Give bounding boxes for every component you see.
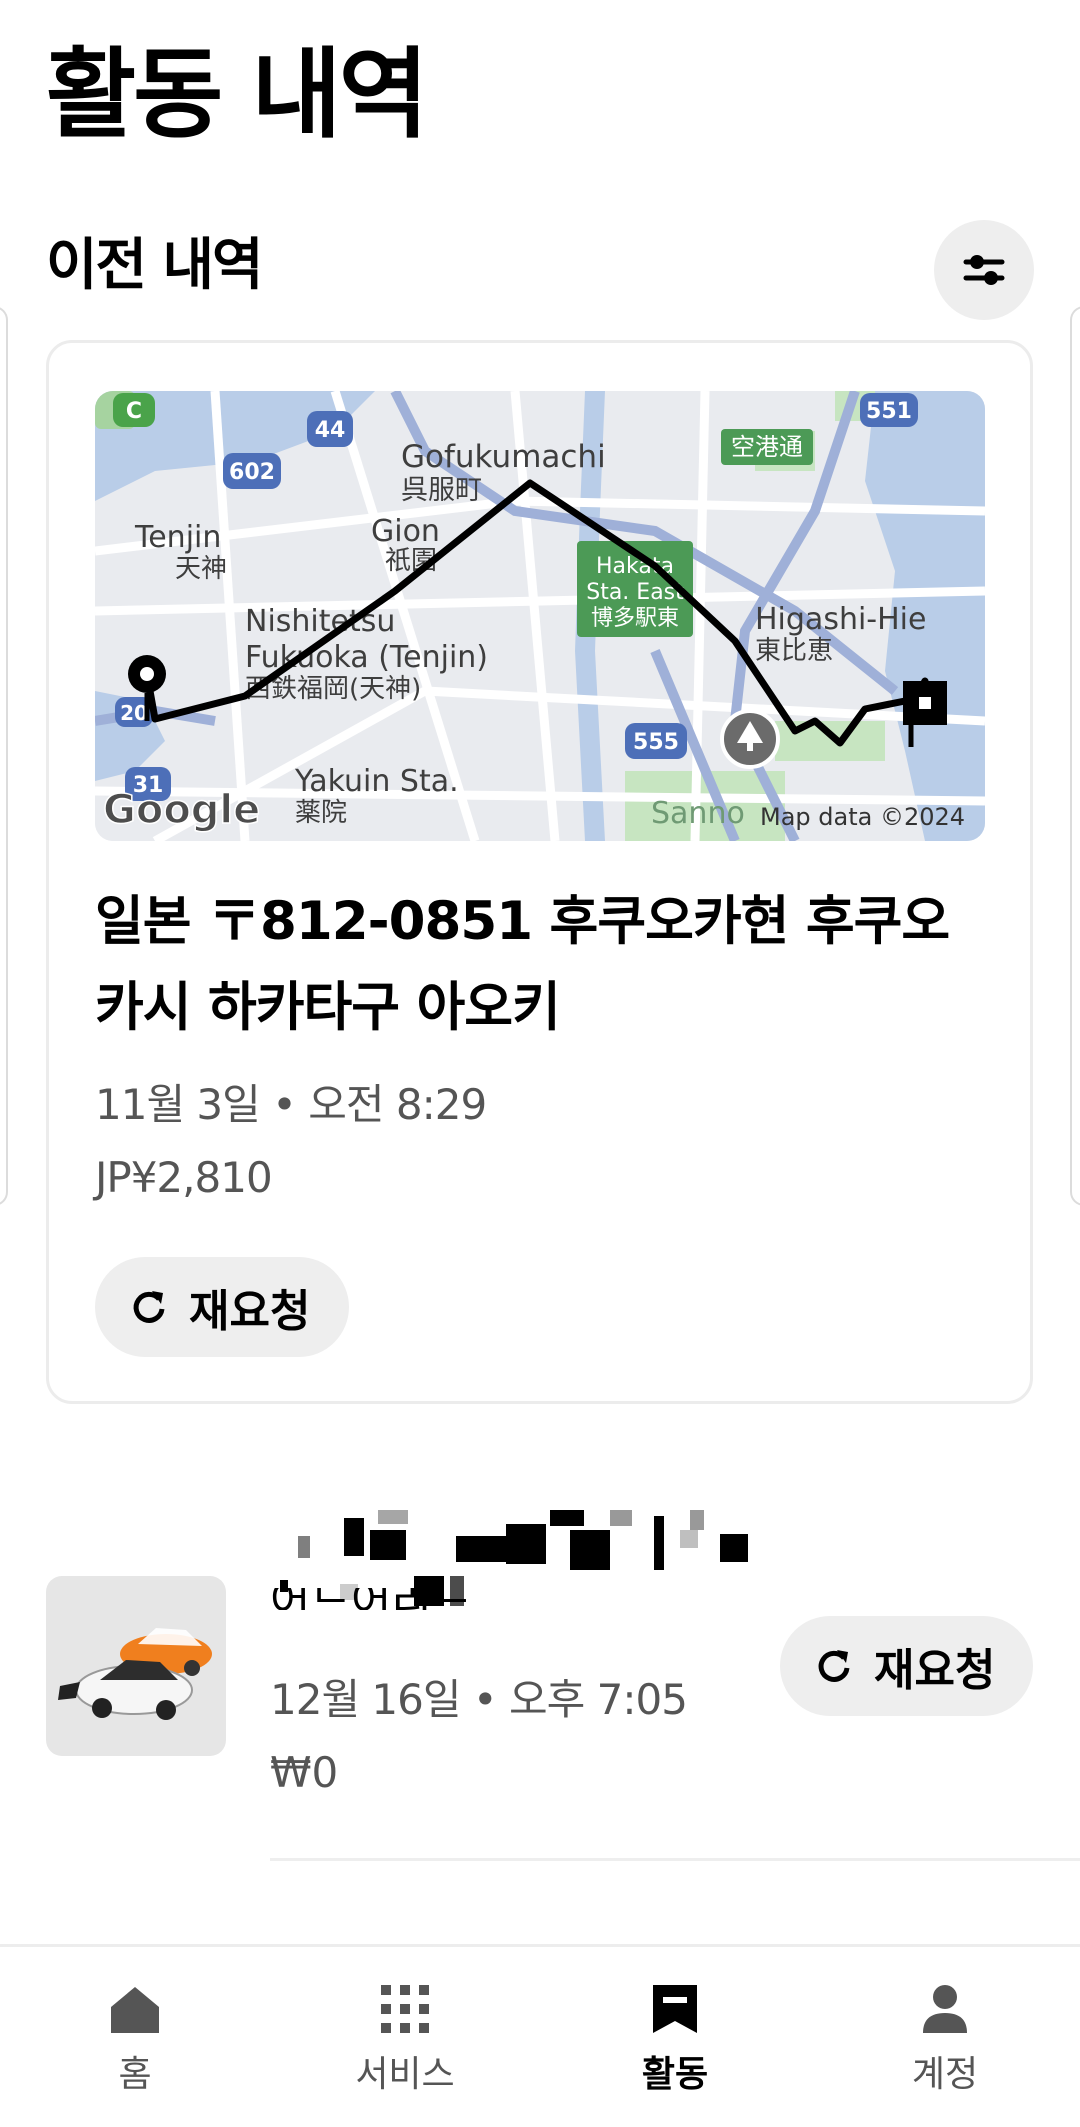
- next-card-edge[interactable]: [1070, 306, 1080, 1206]
- section-title: 이전 내역: [46, 233, 264, 298]
- trip-price: JP¥2,810: [95, 1153, 273, 1202]
- nav-account-label: 계정: [911, 2054, 979, 2095]
- nav-services[interactable]: 서비스: [270, 1947, 540, 2127]
- map-label-higashi-hie: Higashi-Hie: [755, 602, 926, 637]
- google-logo: Google: [103, 787, 260, 833]
- map-label-airport: 空港通: [731, 433, 803, 461]
- nav-activity-label: 활동: [641, 2054, 709, 2095]
- taxi-thumbnail: [46, 1576, 226, 1756]
- list-item[interactable]: 어드어리드 12월 16일 • 오후 7:05 ₩0 재요청: [0, 1420, 1080, 1861]
- map-route-555: 555: [633, 730, 679, 755]
- map-label-yakuin-jp: 薬院: [295, 798, 347, 828]
- nav-home[interactable]: 홈: [0, 1947, 270, 2127]
- trip-address: 일본 〒812-0851 후쿠오카현 후쿠오카시 하카타구 아오키: [95, 891, 950, 1038]
- map-label-tenjin-jp: 天神: [175, 554, 227, 584]
- person-icon: [917, 1981, 973, 2037]
- divider: [270, 1858, 1080, 1861]
- map-label-higashi-hie-jp: 東比恵: [755, 636, 833, 666]
- trip-datetime: 11월 3일 • 오전 8:29: [95, 1080, 487, 1129]
- map-label-gofukumachi-jp: 呉服町: [401, 475, 482, 506]
- map-label-gion: Gion: [371, 514, 440, 549]
- home-icon: [107, 1981, 163, 2037]
- map-route-20: 20: [120, 701, 148, 725]
- list-item-rebook-button[interactable]: 재요청: [780, 1616, 1033, 1716]
- refresh-icon: [818, 1650, 850, 1682]
- grid-icon: [377, 1981, 433, 2037]
- sliders-icon: [963, 255, 1005, 285]
- list-item-price: ₩0: [270, 1748, 339, 1797]
- refresh-icon: [133, 1291, 165, 1323]
- rebook-button[interactable]: 재요청: [95, 1257, 349, 1357]
- map-route-551: 551: [866, 399, 912, 424]
- map-route-44: 44: [315, 418, 346, 443]
- nav-home-label: 홈: [118, 2054, 152, 2095]
- route-map[interactable]: C 44 602 551 555 31 20 空港通 Hakata Sta. E…: [95, 391, 985, 841]
- map-attribution: Map data ©2024: [760, 803, 965, 831]
- nav-activity[interactable]: 활동: [540, 1947, 810, 2127]
- map-route-602: 602: [229, 460, 275, 485]
- map-label-yakuin: Yakuin Sta.: [294, 764, 459, 799]
- rebook-label: 재요청: [189, 1286, 311, 1337]
- map-label-sanno: Sanno: [651, 796, 745, 831]
- map-route-c: C: [126, 399, 142, 424]
- list-item-datetime: 12월 16일 • 오후 7:05: [270, 1675, 688, 1724]
- page-title: 활동 내역: [46, 38, 429, 152]
- map-label-hakata-jp: 博多駅東: [591, 606, 679, 631]
- nav-services-label: 서비스: [355, 2054, 455, 2095]
- rebook-label: 재요청: [874, 1645, 996, 1696]
- trip-card[interactable]: C 44 602 551 555 31 20 空港通 Hakata Sta. E…: [46, 340, 1033, 1404]
- nav-account[interactable]: 계정: [810, 1947, 1080, 2127]
- list-item-title-fragment: 어드어리드: [270, 1588, 472, 1610]
- map-label-tenjin: Tenjin: [134, 520, 221, 555]
- filter-button[interactable]: [934, 220, 1034, 320]
- bottom-nav: 홈 서비스 활동 계정: [0, 1944, 1080, 2127]
- previous-card-edge[interactable]: [0, 306, 8, 1206]
- map-label-gofukumachi: Gofukumachi: [401, 439, 606, 475]
- receipt-icon: [647, 1981, 703, 2037]
